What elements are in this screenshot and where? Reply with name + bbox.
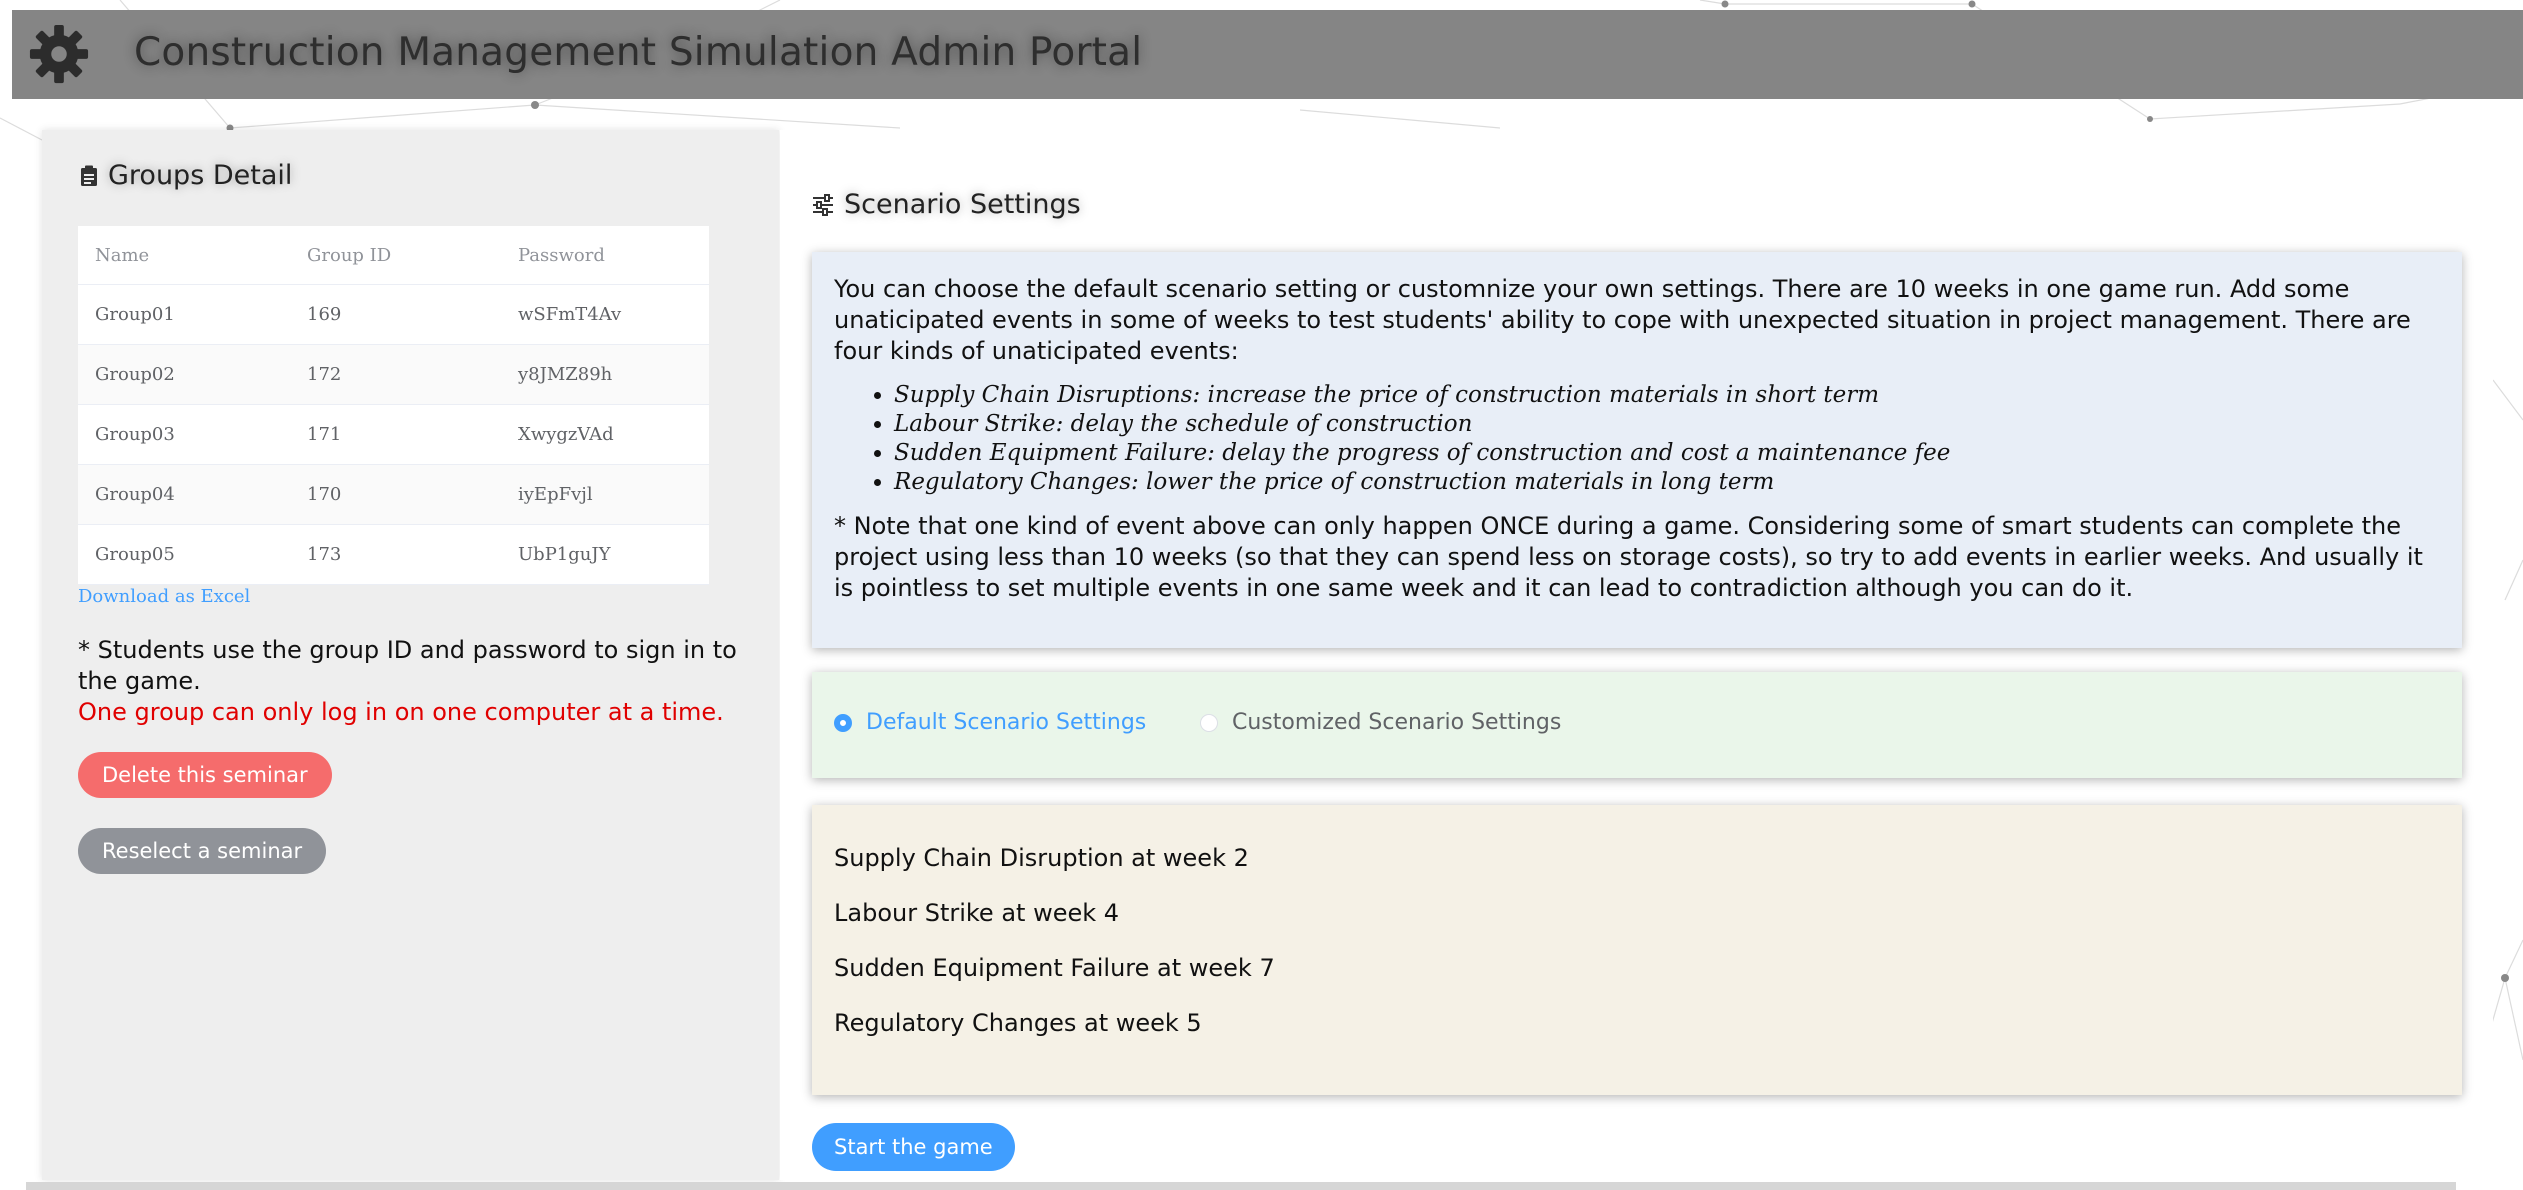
cell-name: Group05 (78, 524, 290, 585)
cell-name: Group01 (78, 284, 290, 345)
groups-panel: Groups Detail Name Group ID Password Gro… (42, 130, 779, 1180)
cell-password: UbP1guJY (501, 524, 709, 585)
cell-group-id: 173 (290, 524, 501, 585)
scenario-footnote: * Note that one kind of event above can … (834, 512, 2423, 602)
scenario-intro-text: You can choose the default scenario sett… (834, 275, 2411, 365)
table-row[interactable]: Group04 170 iyEpFvjl (78, 464, 709, 525)
radio-checked-icon[interactable] (834, 714, 852, 732)
cell-group-id: 170 (290, 464, 501, 525)
scenario-panel: Scenario Settings You can choose the def… (780, 130, 2493, 1180)
scenario-info-card: You can choose the default scenario sett… (812, 252, 2462, 648)
cell-password: iyEpFvjl (501, 464, 709, 525)
radio-unchecked-icon[interactable] (1200, 714, 1218, 732)
custom-scenario-radio[interactable]: Customized Scenario Settings (1200, 710, 1561, 735)
clipboard-icon (81, 165, 97, 186)
event-type-item: Sudden Equipment Failure: delay the prog… (894, 439, 2440, 468)
cell-group-id: 169 (290, 284, 501, 345)
scenario-option-card: Default Scenario Settings Customized Sce… (812, 672, 2462, 778)
groups-detail-heading: Groups Detail (80, 160, 292, 191)
scheduled-event: Supply Chain Disruption at week 2 (834, 844, 1249, 872)
event-type-item: Supply Chain Disruptions: increase the p… (894, 381, 2440, 410)
scheduled-event: Regulatory Changes at week 5 (834, 1009, 1202, 1037)
start-game-button[interactable]: Start the game (812, 1123, 1015, 1171)
app-header: Construction Management Simulation Admin… (12, 10, 2523, 99)
app-title: Construction Management Simulation Admin… (134, 30, 1143, 75)
scenario-settings-title: Scenario Settings (844, 189, 1081, 220)
event-type-item: Labour Strike: delay the schedule of con… (894, 410, 2440, 439)
column-header-password[interactable]: Password (501, 226, 709, 285)
groups-detail-title: Groups Detail (108, 160, 293, 191)
table-row[interactable]: Group05 173 UbP1guJY (78, 524, 709, 585)
table-row[interactable]: Group02 172 y8JMZ89h (78, 344, 709, 405)
custom-scenario-label[interactable]: Customized Scenario Settings (1232, 710, 1561, 735)
event-type-list: Supply Chain Disruptions: increase the p… (834, 381, 2440, 497)
scenario-settings-heading: Scenario Settings (812, 189, 1081, 220)
horizontal-scrollbar[interactable] (26, 1182, 2456, 1190)
cell-name: Group02 (78, 344, 290, 405)
download-excel-link[interactable]: Download as Excel (78, 586, 250, 607)
table-row[interactable]: Group03 171 XwygzVAd (78, 404, 709, 465)
column-header-group-id[interactable]: Group ID (290, 226, 501, 285)
cell-name: Group03 (78, 404, 290, 465)
column-header-name[interactable]: Name (78, 226, 290, 285)
scheduled-events-card: Supply Chain Disruption at week 2 Labour… (812, 805, 2462, 1095)
default-scenario-radio[interactable]: Default Scenario Settings (834, 710, 1146, 735)
scheduled-event: Labour Strike at week 4 (834, 899, 1120, 927)
groups-table: Name Group ID Password Group01 169 wSFmT… (78, 226, 709, 585)
delete-seminar-button[interactable]: Delete this seminar (78, 752, 332, 798)
cell-group-id: 172 (290, 344, 501, 405)
cell-password: y8JMZ89h (501, 344, 709, 405)
gear-icon[interactable] (28, 23, 90, 85)
cell-name: Group04 (78, 464, 290, 525)
table-header-row: Name Group ID Password (78, 226, 709, 285)
scheduled-event: Sudden Equipment Failure at week 7 (834, 954, 1275, 982)
table-row[interactable]: Group01 169 wSFmT4Av (78, 284, 709, 345)
event-type-item: Regulatory Changes: lower the price of c… (894, 468, 2440, 497)
cell-password: XwygzVAd (501, 404, 709, 465)
reselect-seminar-button[interactable]: Reselect a seminar (78, 828, 327, 874)
cell-group-id: 171 (290, 404, 501, 465)
cell-password: wSFmT4Av (501, 284, 709, 345)
sliders-icon (813, 194, 833, 216)
login-warning: One group can only log in on one compute… (78, 698, 724, 726)
default-scenario-label[interactable]: Default Scenario Settings (866, 710, 1146, 735)
sign-in-note: * Students use the group ID and password… (78, 636, 737, 695)
